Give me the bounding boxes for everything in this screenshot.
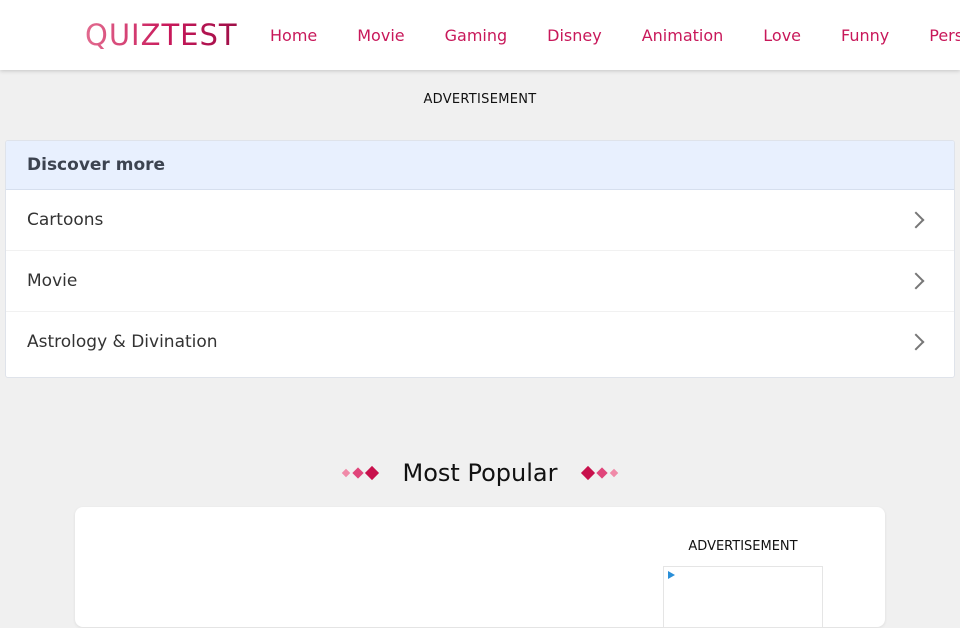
most-popular-heading: Most Popular xyxy=(0,455,960,491)
diamond-icon xyxy=(364,465,379,481)
discover-more-panel: Discover more Cartoons Movie Astrology &… xyxy=(5,140,955,378)
chevron-right-icon xyxy=(907,272,925,290)
site-logo[interactable]: QUIZTEST xyxy=(85,18,238,52)
most-popular-title: Most Popular xyxy=(402,459,558,487)
diamond-decoration-left-icon xyxy=(341,465,379,481)
ad-slot[interactable] xyxy=(663,566,823,628)
main-nav: Home Movie Gaming Disney Animation Love … xyxy=(250,0,960,70)
discover-item-astrology[interactable]: Astrology & Divination xyxy=(6,312,954,372)
nav-item-movie[interactable]: Movie xyxy=(337,26,424,45)
chevron-right-icon xyxy=(907,333,925,351)
discover-item-movie[interactable]: Movie xyxy=(6,251,954,312)
discover-item-label: Astrology & Divination xyxy=(27,332,218,352)
diamond-icon xyxy=(610,468,619,478)
nav-item-love[interactable]: Love xyxy=(743,26,821,45)
ad-choices-icon[interactable] xyxy=(668,571,675,579)
nav-item-home[interactable]: Home xyxy=(250,26,337,45)
diamond-icon xyxy=(341,468,350,478)
nav-item-personality[interactable]: Pers xyxy=(909,26,960,45)
chevron-right-icon xyxy=(907,211,925,229)
diamond-icon xyxy=(596,467,609,479)
discover-more-title: Discover more xyxy=(6,141,954,190)
logo-text: QUIZTEST xyxy=(85,18,238,52)
card-advertisement-label: ADVERTISEMENT xyxy=(688,539,798,554)
discover-item-label: Cartoons xyxy=(27,210,104,230)
diamond-decoration-right-icon xyxy=(581,465,619,481)
nav-item-animation[interactable]: Animation xyxy=(622,26,744,45)
diamond-icon xyxy=(351,467,364,479)
nav-item-gaming[interactable]: Gaming xyxy=(425,26,528,45)
advertisement-label: ADVERTISEMENT xyxy=(423,92,537,107)
discover-item-label: Movie xyxy=(27,271,78,291)
site-header: QUIZTEST Home Movie Gaming Disney Animat… xyxy=(0,0,960,70)
discover-item-cartoons[interactable]: Cartoons xyxy=(6,190,954,251)
popular-card: ADVERTISEMENT xyxy=(75,507,885,628)
nav-item-funny[interactable]: Funny xyxy=(821,26,909,45)
diamond-icon xyxy=(581,465,596,481)
nav-item-disney[interactable]: Disney xyxy=(527,26,622,45)
